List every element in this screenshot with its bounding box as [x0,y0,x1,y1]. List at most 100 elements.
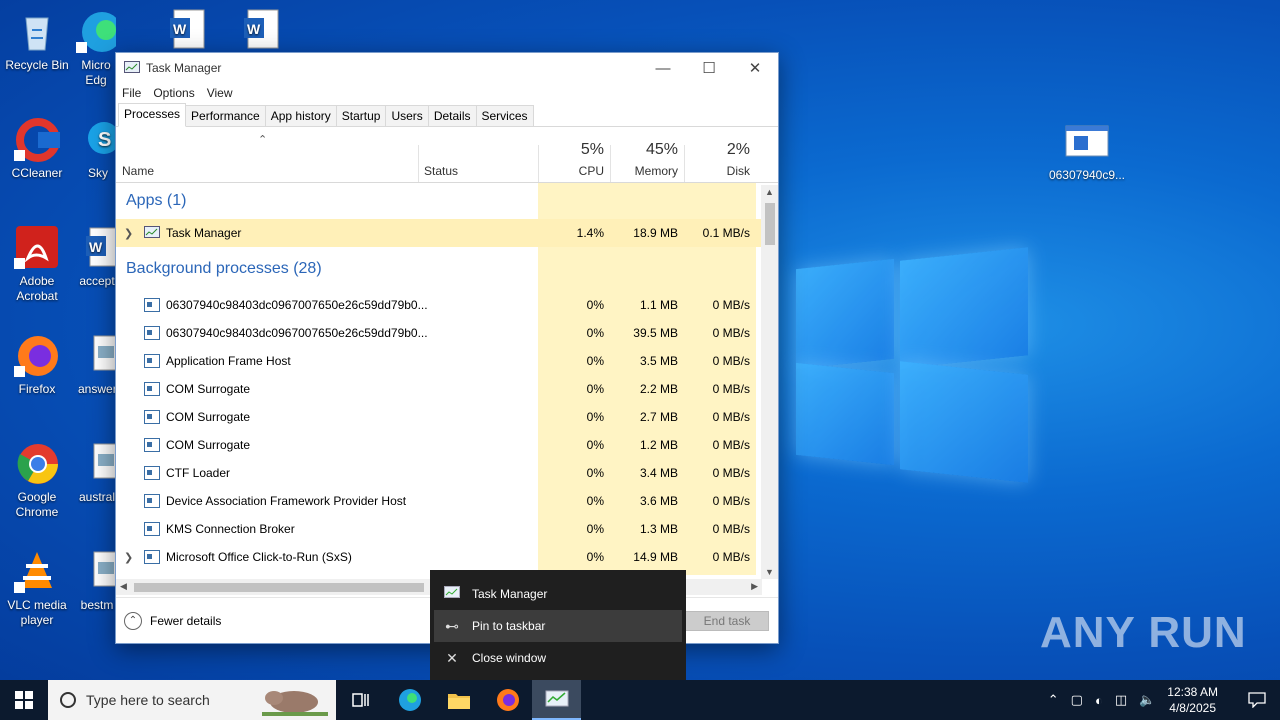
column-memory[interactable]: Memory [610,164,678,178]
tab-processes[interactable]: Processes [118,103,187,127]
start-button[interactable] [0,680,48,720]
vlc-icon [14,548,60,594]
maximize-button[interactable]: ☐ [686,53,732,83]
fewer-details-button[interactable]: ⌃ Fewer details [124,611,221,630]
desktop-icon-executable[interactable]: 06307940c9... [1046,118,1128,183]
end-task-button[interactable]: End task [685,611,769,631]
word-doc-icon: W [236,6,282,52]
taskbar-explorer-button[interactable] [434,680,483,720]
table-row[interactable]: 06307940c98403dc0967007650e26c59dd79b0..… [116,319,778,347]
task-view-button[interactable] [336,680,385,720]
desktop-icon-answer[interactable]: answer [78,332,116,397]
tab-performance[interactable]: Performance [185,105,266,126]
scroll-down-icon[interactable]: ▼ [765,567,774,577]
task-manager-icon [124,61,140,75]
close-window-button[interactable]: ✕ [732,53,778,83]
process-icon [144,298,160,312]
table-row[interactable]: COM Surrogate 0% 2.2 MB 0 MB/s [116,375,778,403]
desktop-icon-accept[interactable]: W accept [78,224,116,289]
desktop-icon-skype[interactable]: S Sky [80,116,116,181]
task-manager-icon [144,226,160,243]
tab-services[interactable]: Services [475,105,534,126]
column-name[interactable]: Name [122,164,154,178]
edge-icon [398,689,421,711]
table-row[interactable]: 06307940c98403dc0967007650e26c59dd79b0..… [116,291,778,319]
taskbar: Type here to search ⌃ ▢ ◐ ◫ 🔈 12:38 AM 4… [0,680,1280,720]
desktop-icon-word-doc-1[interactable]: W [148,6,222,50]
recycle-bin-icon [14,8,60,54]
search-box[interactable]: Type here to search [48,680,336,720]
taskbar-task-manager-button[interactable] [532,680,581,720]
task-view-icon [351,693,369,707]
table-row[interactable]: COM Surrogate 0% 2.7 MB 0 MB/s [116,403,778,431]
cpu-total: 5% [580,141,604,158]
svg-text:W: W [173,21,187,37]
jump-list-item-pin[interactable]: ⊷ Pin to taskbar [434,610,682,642]
jump-list-item-task-manager[interactable]: Task Manager [430,578,686,610]
tab-startup[interactable]: Startup [335,105,387,126]
search-highlight-image [262,691,328,716]
jump-list-item-close[interactable]: ✕ Close window [430,642,686,674]
desktop-icon-austral[interactable]: austral [78,440,116,505]
tab-users[interactable]: Users [385,105,429,126]
sort-arrow-icon: ⌃ [258,134,268,146]
image-file-icon [78,440,116,486]
tab-app-history[interactable]: App history [264,105,337,126]
column-disk[interactable]: Disk [684,164,750,178]
menu-file[interactable]: File [122,86,141,100]
firefox-icon [14,332,60,378]
column-status[interactable]: Status [424,164,458,178]
chevron-right-icon[interactable]: ❯ [124,551,133,564]
table-row[interactable]: KMS Connection Broker 0% 1.3 MB 0 MB/s [116,515,778,543]
notifications-icon[interactable] [1234,692,1280,708]
table-row[interactable]: CTF Loader 0% 3.4 MB 0 MB/s [116,459,778,487]
desktop-icon-edge[interactable]: Micro Edg [76,8,116,88]
process-icon [144,550,160,564]
table-row[interactable]: ❯ Task Manager 1.4% 18.9 MB 0.1 MB/s [116,219,778,247]
table-row[interactable]: ❯ Microsoft Office Click-to-Run (SxS) 0% 14… [116,543,778,571]
taskbar-edge-button[interactable] [385,680,434,720]
menu-view[interactable]: View [207,86,233,100]
network-icon[interactable]: ◫ [1115,692,1127,708]
desktop-icon-acrobat[interactable]: Adobe Acrobat [0,224,74,304]
clock[interactable]: 12:38 AM 4/8/2025 [1167,684,1218,716]
image-file-icon [78,332,116,378]
column-header: ⌃ Name Status 5% CPU 45% Memory 2% Disk [116,127,778,183]
svg-text:S: S [98,129,111,151]
column-cpu[interactable]: CPU [538,164,604,178]
chevron-up-icon[interactable]: ⌃ [1048,692,1059,708]
process-icon [144,438,160,452]
tablet-icon[interactable]: ▢ [1071,692,1083,708]
chevron-right-icon[interactable]: ❯ [124,227,133,240]
menu-options[interactable]: Options [153,86,194,100]
desktop-icon-ccleaner[interactable]: CCleaner [0,116,74,181]
tab-details[interactable]: Details [427,105,477,126]
menu-bar: File Options View [116,83,778,103]
edge-icon [76,8,116,54]
desktop-icon-chrome[interactable]: Google Chrome [0,440,74,520]
desktop-icon-vlc[interactable]: VLC media player [0,548,74,628]
process-icon [144,354,160,368]
word-doc-icon: W [162,6,208,52]
title-bar[interactable]: Task Manager — ☐ ✕ [116,53,778,83]
jump-list-menu: Task Manager ⊷ Pin to taskbar ✕ Close wi… [430,570,686,680]
volume-icon[interactable]: 🔈 [1139,692,1155,708]
table-row[interactable]: COM Surrogate 0% 1.2 MB 0 MB/s [116,431,778,459]
scroll-right-icon[interactable]: ▶ [751,581,758,592]
process-icon [144,326,160,340]
vertical-scrollbar[interactable]: ▲ ▼ [761,185,778,579]
scroll-left-icon[interactable]: ◀ [120,581,127,592]
table-row[interactable]: Application Frame Host 0% 3.5 MB 0 MB/s [116,347,778,375]
taskbar-firefox-button[interactable] [483,680,532,720]
skype-icon: S [80,116,116,162]
scroll-up-icon[interactable]: ▲ [765,187,774,197]
desktop-icon-firefox[interactable]: Firefox [0,332,74,397]
table-row[interactable]: Device Association Framework Provider Ho… [116,487,778,515]
minimize-button[interactable]: — [640,53,686,83]
desktop-icon-bestm[interactable]: bestm [78,548,116,613]
svg-text:W: W [89,239,103,255]
desktop-icon-recycle-bin[interactable]: Recycle Bin [0,8,74,73]
meet-now-icon[interactable]: ◐ [1095,693,1103,708]
watermark: ANY RUN [1040,608,1247,657]
desktop-icon-word-doc-2[interactable]: W [222,6,296,50]
